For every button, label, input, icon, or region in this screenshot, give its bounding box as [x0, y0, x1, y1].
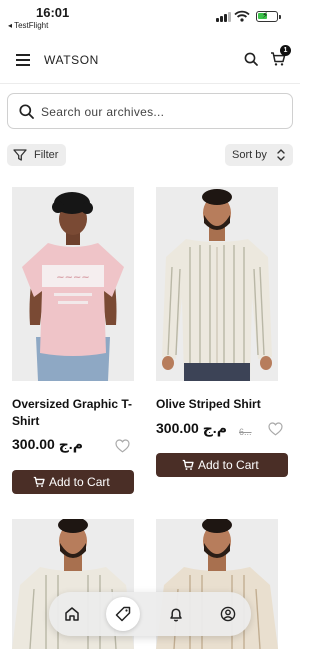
product-price: 300.00 م.ج — [156, 420, 227, 436]
search-icon[interactable] — [244, 52, 258, 66]
search-input[interactable] — [41, 103, 281, 121]
product-price: 300.00 م.ج — [12, 436, 83, 452]
chevron-up-down-icon — [277, 149, 285, 161]
add-to-cart-button[interactable]: Add to Cart — [156, 453, 288, 477]
product-title[interactable]: Oversized Graphic T-Shirt — [12, 396, 136, 430]
product-image[interactable] — [156, 187, 278, 381]
svg-text:~~~~: ~~~~ — [56, 272, 90, 283]
cart-icon — [182, 459, 194, 471]
cart-count-badge: 1 — [280, 45, 291, 56]
search-icon — [19, 104, 34, 119]
battery-icon: ⚡ — [256, 10, 281, 22]
product-image[interactable]: ~~~~ — [12, 187, 134, 381]
sort-label: Sort by — [232, 149, 267, 161]
cellular-signal-icon — [216, 12, 231, 22]
filter-icon — [13, 149, 27, 161]
tab-shop[interactable] — [106, 597, 140, 631]
add-to-cart-label: Add to Cart — [49, 475, 110, 489]
menu-icon[interactable] — [16, 54, 30, 66]
filter-button[interactable]: Filter — [7, 144, 66, 166]
cart-icon — [33, 476, 45, 488]
tab-home[interactable] — [55, 597, 89, 631]
tab-profile[interactable] — [211, 597, 245, 631]
search-bar[interactable] — [7, 93, 293, 129]
add-to-cart-label: Add to Cart — [198, 458, 259, 472]
status-time: 16:01 — [36, 5, 70, 20]
original-price: 6... — [239, 427, 252, 437]
bell-icon — [170, 608, 182, 622]
heart-icon[interactable] — [268, 422, 283, 436]
home-icon — [65, 607, 79, 621]
bottom-tab-bar — [49, 592, 251, 636]
back-to-app-link[interactable]: ◂ TestFlight — [8, 21, 48, 30]
heart-icon[interactable] — [115, 439, 130, 453]
profile-icon — [220, 606, 236, 622]
add-to-cart-button[interactable]: Add to Cart — [12, 470, 134, 494]
brand-logo[interactable]: WATSON — [44, 53, 99, 67]
sort-button[interactable]: Sort by — [225, 144, 293, 166]
tab-notifications[interactable] — [159, 597, 193, 631]
product-card[interactable]: Olive Striped Shirt 300.00 م.ج 6... Add … — [156, 187, 288, 477]
product-card[interactable]: ~~~~ Oversized Graphic T-Shirt 300.00 م.… — [12, 187, 134, 497]
app-header: WATSON 1 — [0, 38, 300, 84]
wifi-icon — [234, 10, 250, 22]
product-title[interactable]: Olive Striped Shirt — [156, 396, 280, 413]
filter-label: Filter — [34, 149, 59, 161]
status-bar: 16:01 ◂ TestFlight ⚡ — [0, 0, 300, 36]
tag-icon — [115, 606, 131, 622]
